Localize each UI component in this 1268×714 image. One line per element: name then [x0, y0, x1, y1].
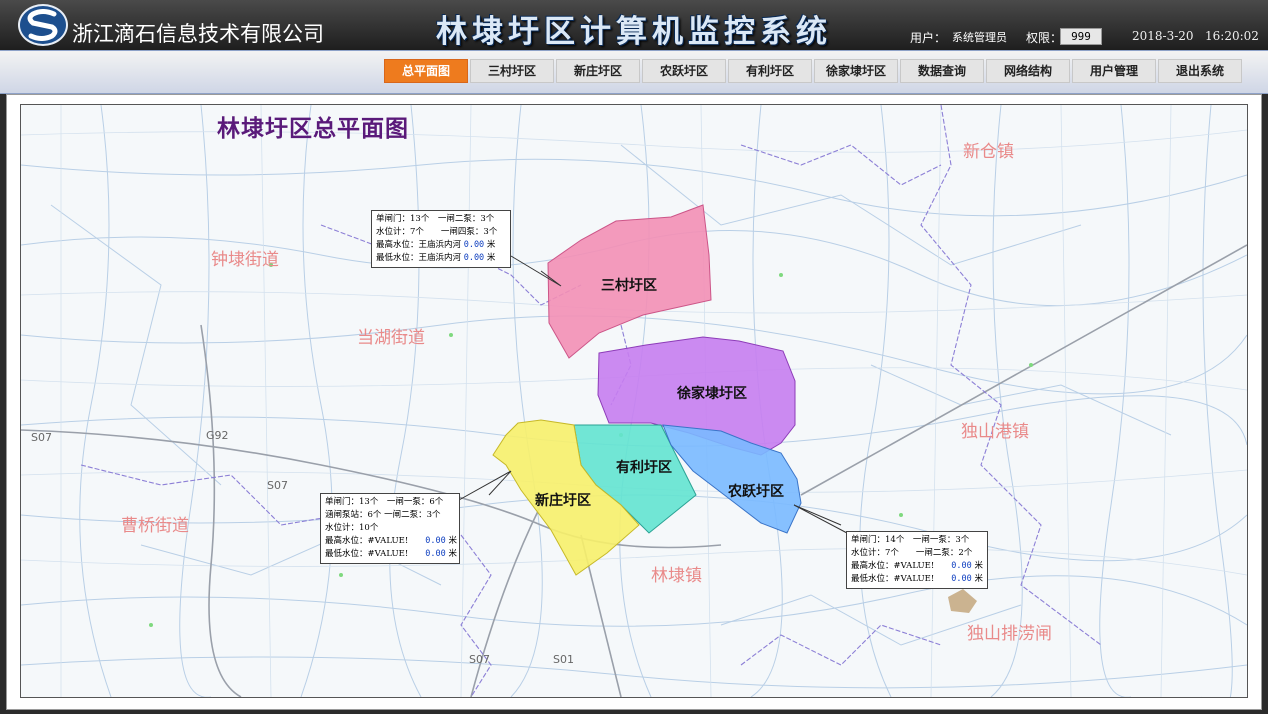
- road-label-s07-mid: S07: [267, 479, 288, 492]
- permission-value: 999: [1060, 28, 1102, 45]
- town-label-lindai: 林埭镇: [651, 566, 702, 586]
- pump-gate-marker: [948, 589, 977, 613]
- info-nongyue-gauges: 水位计：7个 一闸二泵：2个: [851, 548, 973, 558]
- zone-label-xinzhuang[interactable]: 新庄圩区: [535, 490, 591, 510]
- info-sancun-gates: 单闸门：13个 一闸二泵：3个: [376, 214, 495, 224]
- info-box-nongyue: 单闸门：14个 一闸一泵：3个 水位计：7个 一闸二泵：2个 最高水位：#VAL…: [846, 531, 988, 589]
- top-header: 浙江滴石信息技术有限公司 林埭圩区计算机监控系统 用户： 系统管理员 权限： 9…: [0, 0, 1268, 50]
- tab-nongyue[interactable]: 农跃圩区: [642, 59, 726, 83]
- tab-data-query[interactable]: 数据查询: [900, 59, 984, 83]
- info-sancun-gauges: 水位计：7个 一闸四泵：3个: [376, 227, 498, 237]
- tab-xinzhuang[interactable]: 新庄圩区: [556, 59, 640, 83]
- user-label: 用户：: [910, 31, 947, 45]
- system-title: 林埭圩区计算机监控系统: [436, 14, 832, 50]
- road-label-s07-west: S07: [31, 431, 52, 444]
- road-label-g92: G92: [206, 429, 229, 442]
- tab-youli[interactable]: 有利圩区: [728, 59, 812, 83]
- info-box-sancun: 单闸门：13个 一闸二泵：3个 水位计：7个 一闸四泵：3个 最高水位：王庙浜内…: [371, 210, 511, 268]
- tab-sancun[interactable]: 三村圩区: [470, 59, 554, 83]
- nav-bar: 总平面图 三村圩区 新庄圩区 农跃圩区 有利圩区 徐家埭圩区 数据查询 网络结构…: [0, 50, 1268, 94]
- company-name: 浙江滴石信息技术有限公司: [72, 22, 324, 46]
- tab-logout[interactable]: 退出系统: [1158, 59, 1242, 83]
- tab-xujiadai[interactable]: 徐家埭圩区: [814, 59, 898, 83]
- map-title: 林埭圩区总平面图: [217, 115, 409, 142]
- zone-label-xujiadai[interactable]: 徐家埭圩区: [677, 383, 747, 403]
- road-label-s07-south: S07: [469, 653, 490, 666]
- info-sancun-max-level: 最高水位：王庙浜内河 0.00 米: [376, 240, 496, 250]
- nav-tabs: 总平面图 三村圩区 新庄圩区 农跃圩区 有利圩区 徐家埭圩区 数据查询 网络结构…: [384, 59, 1244, 83]
- town-label-caoqiao: 曹桥街道: [121, 516, 189, 536]
- map-canvas: [21, 105, 1247, 697]
- info-xinzhuang-gates: 单闸门：13个 一闸一泵：6个: [325, 497, 444, 507]
- info-nongyue-min-level: 最低水位：#VALUE! 0.00 米: [851, 574, 983, 584]
- info-xinzhuang-gauges: 水位计：10个: [325, 523, 379, 533]
- company-logo: [18, 4, 68, 46]
- user-name: 系统管理员: [952, 31, 1007, 44]
- info-xinzhuang-min-level: 最低水位：#VALUE! 0.00 米: [325, 549, 457, 559]
- current-time: 16:20:02: [1205, 29, 1259, 43]
- permission-label: 权限：: [1026, 31, 1063, 45]
- town-label-dushangang: 独山港镇: [961, 422, 1029, 442]
- road-label-s01: S01: [553, 653, 574, 666]
- town-label-zhongdai: 钟埭街道: [211, 250, 279, 270]
- zone-label-youli[interactable]: 有利圩区: [616, 457, 672, 477]
- zone-label-nongyue[interactable]: 农跃圩区: [728, 481, 784, 501]
- current-date: 2018-3-20: [1132, 29, 1194, 43]
- tab-network[interactable]: 网络结构: [986, 59, 1070, 83]
- zone-label-sancun[interactable]: 三村圩区: [601, 275, 657, 295]
- town-label-danghu: 当湖街道: [357, 328, 425, 348]
- overview-map: 林埭圩区总平面图 新仓镇 钟埭街道 当湖街道 独山港镇 曹桥街道 林埭镇 独山排…: [20, 104, 1248, 698]
- info-xinzhuang-max-level: 最高水位：#VALUE! 0.00 米: [325, 536, 457, 546]
- info-nongyue-max-level: 最高水位：#VALUE! 0.00 米: [851, 561, 983, 571]
- town-label-xincang: 新仓镇: [963, 142, 1014, 162]
- town-label-dushan-sluice: 独山排涝闸: [967, 624, 1052, 644]
- tab-user-management[interactable]: 用户管理: [1072, 59, 1156, 83]
- info-nongyue-gates: 单闸门：14个 一闸一泵：3个: [851, 535, 970, 545]
- info-sancun-min-level: 最低水位：王庙浜内河 0.00 米: [376, 253, 496, 263]
- admin-boundaries: [80, 105, 1102, 697]
- tab-overview[interactable]: 总平面图: [384, 59, 468, 83]
- info-box-xinzhuang: 单闸门：13个 一闸一泵：6个 涵闸泵站：6个 一闸二泵：3个 水位计：10个 …: [320, 493, 460, 564]
- info-xinzhuang-pumps: 涵闸泵站：6个 一闸二泵：3个: [325, 510, 441, 520]
